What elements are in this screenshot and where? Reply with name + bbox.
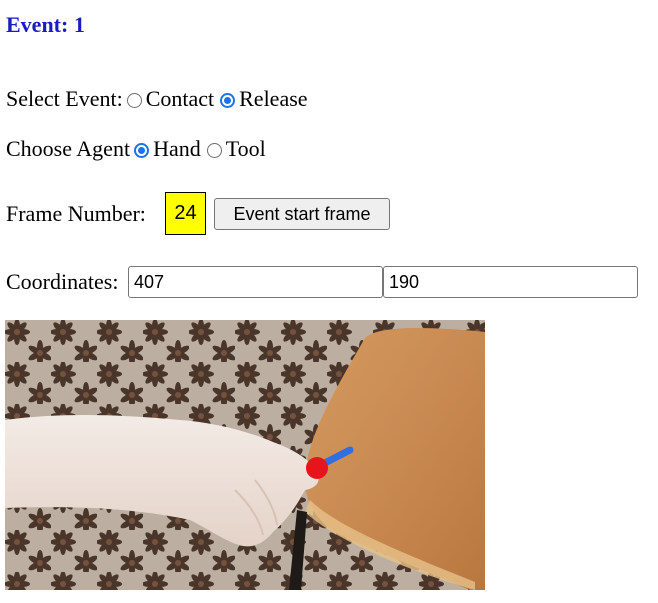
marker-dot [306,457,328,479]
coordinate-x-input[interactable] [128,266,383,298]
choose-agent-label: Choose Agent [6,136,131,161]
frame-number-label: Frame Number: [6,201,146,226]
event-start-frame-button-label[interactable]: Event start frame [233,204,370,225]
event-start-frame-button[interactable]: Event start frame [214,198,390,230]
hand-radio[interactable] [134,142,150,158]
video-frame[interactable] [5,320,485,590]
coordinates-row: Coordinates: [6,267,118,297]
tool-radio[interactable] [206,142,222,158]
select-event-row: Select Event: Contact Release [6,84,310,114]
tool-radio-label[interactable]: Tool [226,136,266,162]
contact-radio[interactable] [126,92,142,108]
frame-number-row: Frame Number: [6,199,146,229]
event-title: Event: 1 [6,12,85,38]
release-radio-label[interactable]: Release [239,86,307,112]
coordinates-label: Coordinates: [6,269,119,294]
frame-number-text: 24 [174,202,197,224]
frame-number-value: 24 [165,192,206,235]
coordinate-y-input[interactable] [383,266,638,298]
select-event-label: Select Event: [6,86,123,111]
video-frame-image [5,320,485,590]
event-title-label: Event: [6,12,69,37]
choose-agent-row: Choose Agent Hand Tool [6,134,268,164]
hand-radio-label[interactable]: Hand [153,136,201,162]
contact-radio-label[interactable]: Contact [146,86,214,112]
event-title-number: 1 [73,12,85,37]
release-radio[interactable] [220,92,236,108]
